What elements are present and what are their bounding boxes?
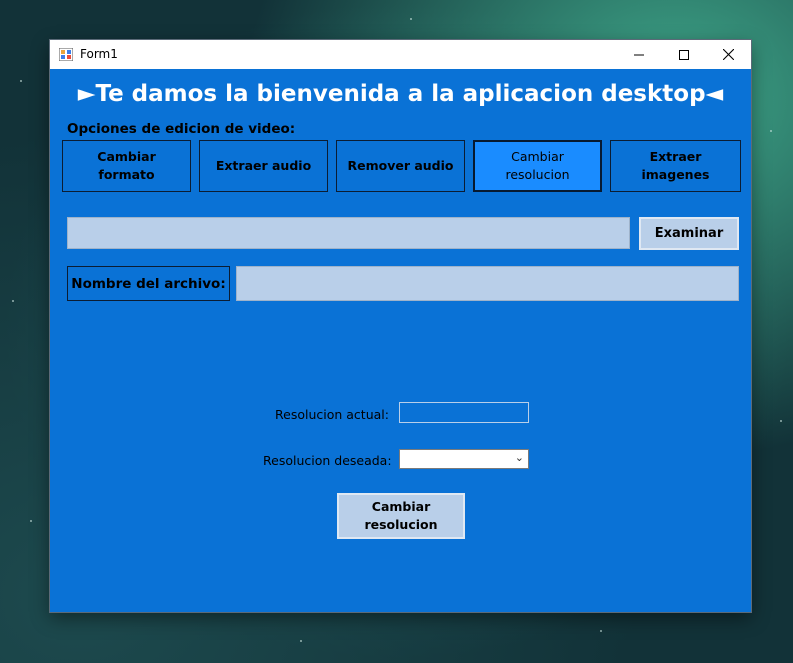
form-client-area: ►Te damos la bienvenida a la aplicacion … xyxy=(50,69,751,612)
tab-remover-audio[interactable]: Remover audio xyxy=(336,140,465,192)
app-icon xyxy=(59,48,73,61)
options-label: Opciones de edicion de video: xyxy=(67,121,296,137)
file-path-input[interactable] xyxy=(67,217,630,249)
welcome-title: ►Te damos la bienvenida a la aplicacion … xyxy=(77,81,724,107)
current-resolution-field[interactable] xyxy=(399,402,529,423)
desired-resolution-select[interactable]: ⌄ xyxy=(399,449,529,469)
tab-cambiar-formato[interactable]: Cambiar formato xyxy=(62,140,191,192)
window-title: Form1 xyxy=(80,47,118,61)
title-bar[interactable]: Form1 xyxy=(50,40,751,69)
maximize-icon xyxy=(678,49,689,60)
current-resolution-label: Resolucion actual: xyxy=(275,407,389,422)
close-icon xyxy=(723,49,734,60)
close-button[interactable] xyxy=(706,40,751,69)
maximize-button[interactable] xyxy=(661,40,706,69)
tab-extraer-audio[interactable]: Extraer audio xyxy=(199,140,328,192)
file-name-input[interactable] xyxy=(236,266,739,301)
minimize-icon xyxy=(633,54,644,55)
form-window: Form1 ►Te damos la bienvenida a la aplic… xyxy=(50,40,751,612)
chevron-down-icon: ⌄ xyxy=(514,451,524,464)
change-resolution-button[interactable]: Cambiar resolucion xyxy=(337,493,465,539)
tab-cambiar-resolucion[interactable]: Cambiar resolucion xyxy=(473,140,602,192)
desired-resolution-label: Resolucion deseada: xyxy=(263,453,392,468)
minimize-button[interactable] xyxy=(616,40,661,69)
tab-extraer-imagenes[interactable]: Extraer imagenes xyxy=(610,140,741,192)
browse-button[interactable]: Examinar xyxy=(639,217,739,250)
file-name-label: Nombre del archivo: xyxy=(67,266,230,301)
